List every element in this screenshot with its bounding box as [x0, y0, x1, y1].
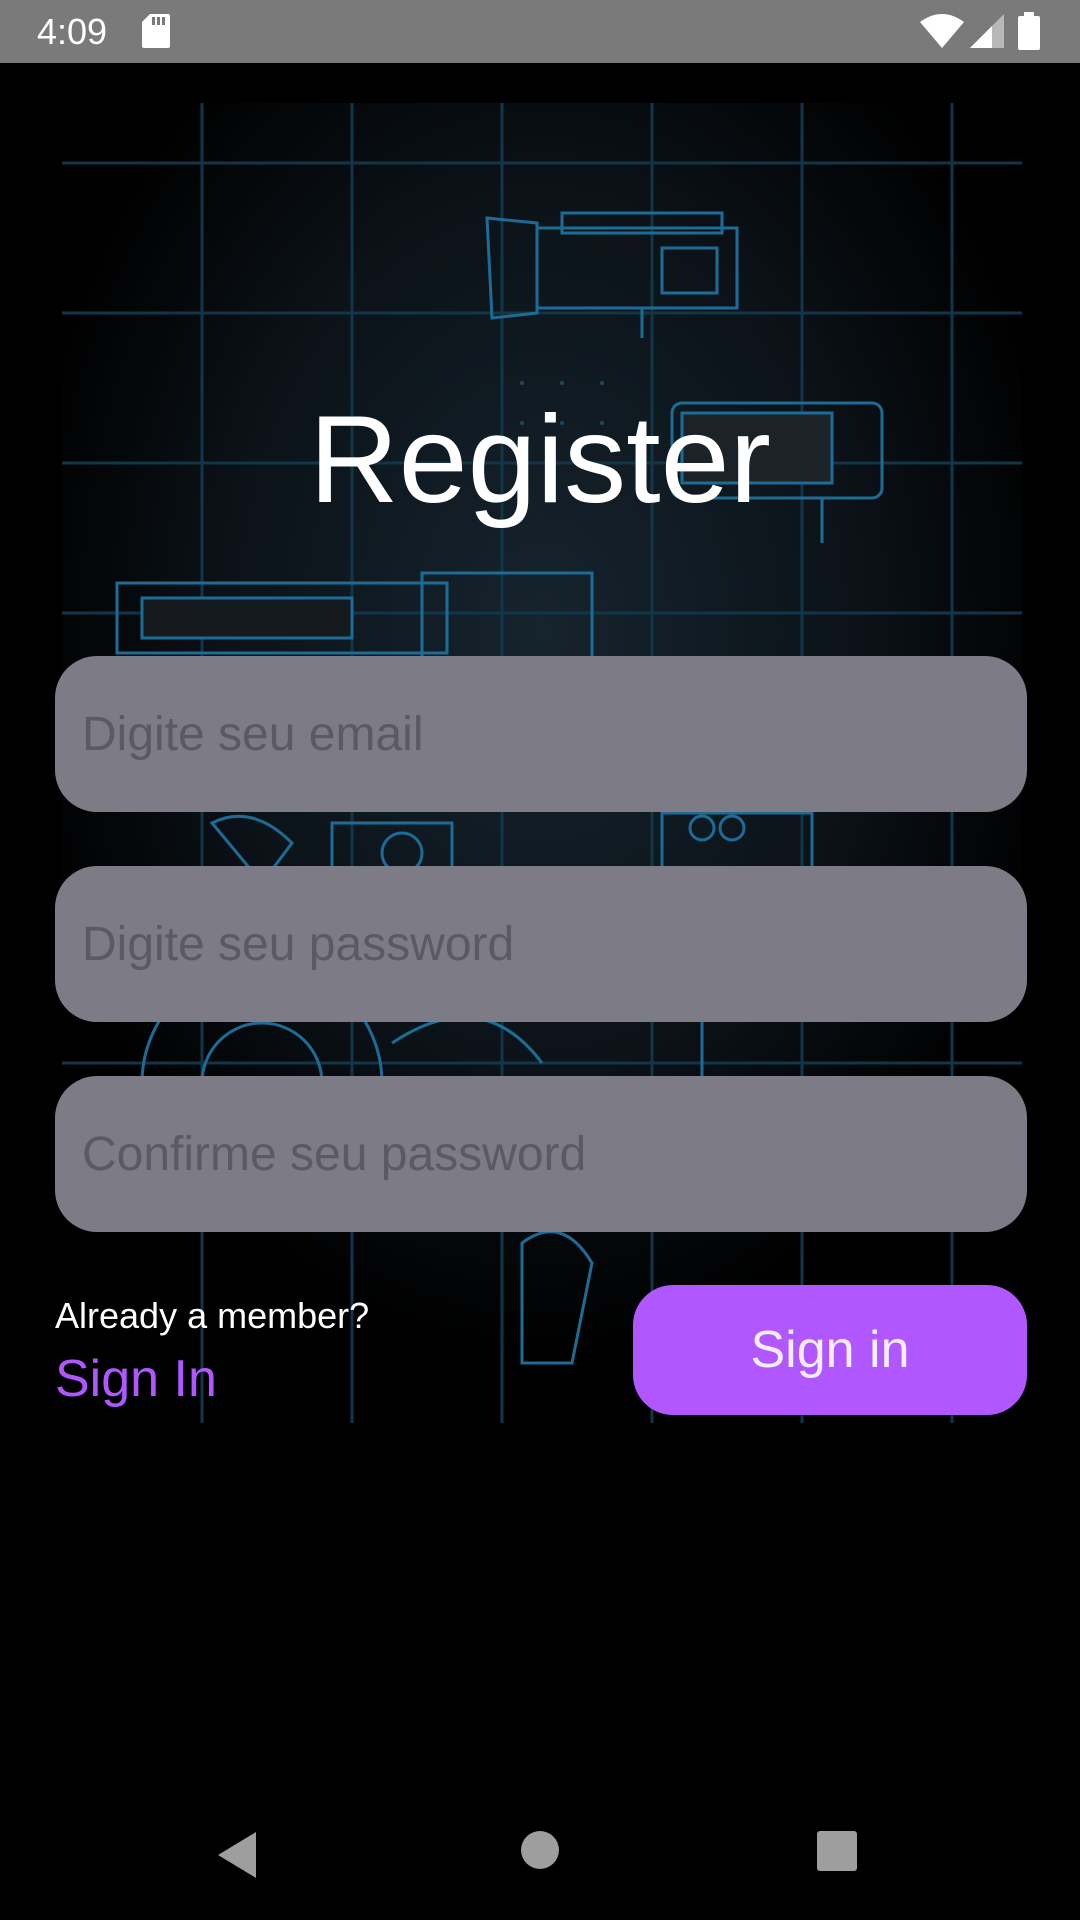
- home-icon[interactable]: [520, 1830, 560, 1875]
- email-field[interactable]: [55, 656, 1027, 812]
- back-icon[interactable]: [216, 1830, 260, 1885]
- password-field[interactable]: [55, 866, 1027, 1022]
- navigation-bar: [0, 1794, 1080, 1920]
- status-bar: 4:09: [0, 0, 1080, 63]
- battery-icon: [1018, 12, 1040, 55]
- page-title: Register: [309, 391, 771, 529]
- signal-icon: [970, 14, 1004, 53]
- confirm-password-field[interactable]: [55, 1076, 1027, 1232]
- wifi-icon: [920, 14, 964, 53]
- sign-in-link[interactable]: Sign In: [55, 1349, 217, 1409]
- sd-card-icon: [142, 14, 170, 53]
- already-member-label: Already a member?: [55, 1295, 370, 1336]
- status-time: 4:09: [37, 11, 108, 52]
- recents-icon[interactable]: [816, 1830, 858, 1877]
- sign-in-button[interactable]: Sign in: [633, 1285, 1027, 1415]
- app-root: 4:09 Register Digite seu email Already a…: [0, 0, 1080, 1920]
